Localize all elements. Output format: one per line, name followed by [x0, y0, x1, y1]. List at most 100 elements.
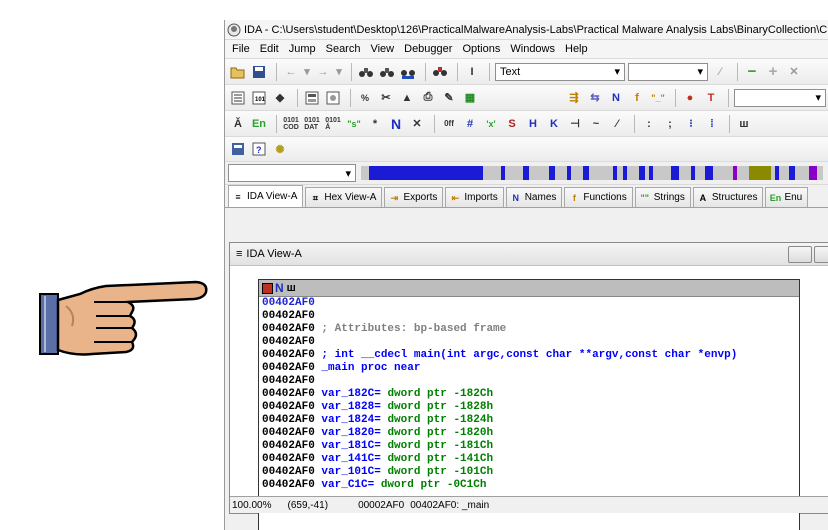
local-variable-name[interactable]: var_1828=: [321, 401, 380, 413]
collapse-icon[interactable]: −: [743, 63, 761, 81]
code-icon[interactable]: 0101 COD: [282, 115, 300, 133]
binoculars-binary-icon[interactable]: [431, 63, 449, 81]
offset-icon[interactable]: 0ff: [440, 115, 458, 133]
grid-icon[interactable]: ▦: [461, 89, 479, 107]
binoculars-icon[interactable]: [357, 63, 375, 81]
breakpoint-icon[interactable]: ●: [681, 89, 699, 107]
gear-icon[interactable]: ✺: [271, 140, 289, 158]
graph-node[interactable]: N ш 00402AF0 00402AF0 00402AF0 ; Attribute…: [258, 279, 800, 530]
code-line[interactable]: 00402AF0 ; int __cdecl main(int argc,con…: [262, 349, 799, 362]
names-icon[interactable]: N: [607, 89, 625, 107]
code-line[interactable]: 00402AF0 ; Attributes: bp-based frame: [262, 323, 799, 336]
code-line[interactable]: 00402AF0: [262, 375, 799, 388]
local-variable-name[interactable]: var_182C=: [321, 388, 380, 400]
binoculars-next-icon[interactable]: [378, 63, 396, 81]
code-line[interactable]: 00402AF0: [262, 336, 799, 349]
menu-search[interactable]: Search: [322, 43, 367, 55]
undefine-icon[interactable]: ✕: [408, 115, 426, 133]
code-line[interactable]: 00402AF0 var_1828= dword ptr -1828h: [262, 401, 799, 414]
local-variable-name[interactable]: var_1824=: [321, 414, 380, 426]
struct-icon[interactable]: Ă: [229, 115, 247, 133]
tab-functions[interactable]: f Functions: [564, 187, 633, 207]
string-literal-icon[interactable]: "s": [345, 115, 363, 133]
code-line[interactable]: 00402AF0 var_181C= dword ptr -181Ch: [262, 440, 799, 453]
unicode-icon[interactable]: ш: [735, 115, 753, 133]
code-line[interactable]: 00402AF0 var_141C= dword ptr -141Ch: [262, 453, 799, 466]
array-icon[interactable]: *: [366, 115, 384, 133]
stack-icon[interactable]: ▲: [398, 89, 416, 107]
percent-icon[interactable]: %: [356, 89, 374, 107]
binoculars-text-icon[interactable]: [399, 63, 417, 81]
close-icon[interactable]: ✕: [785, 63, 803, 81]
code-line[interactable]: 00402AF0 var_101C= dword ptr -101Ch: [262, 466, 799, 479]
segment-combobox[interactable]: ▾: [228, 164, 356, 182]
menu-edit[interactable]: Edit: [256, 43, 285, 55]
menu-file[interactable]: File: [228, 43, 256, 55]
hex-icon[interactable]: H: [524, 115, 542, 133]
negate-icon[interactable]: ⊣: [566, 115, 584, 133]
brush-icon[interactable]: ⁄: [608, 115, 626, 133]
menu-options[interactable]: Options: [458, 43, 506, 55]
tab-names[interactable]: N Names: [505, 187, 563, 207]
xref-to-icon[interactable]: ⇆: [586, 89, 604, 107]
name-icon[interactable]: N: [387, 115, 405, 133]
local-variable-name[interactable]: var_101C=: [321, 466, 380, 478]
xref-icon[interactable]: ⇶: [565, 89, 583, 107]
save-icon[interactable]: [250, 63, 268, 81]
mode-combobox[interactable]: Text ▾: [495, 62, 625, 81]
calculator-icon[interactable]: [229, 140, 247, 158]
hex-view-icon[interactable]: 101: [250, 89, 268, 107]
tab-exports[interactable]: ⇥ Exports: [384, 187, 444, 207]
local-variable-name[interactable]: var_C1C=: [321, 479, 374, 491]
code-line[interactable]: 00402AF0 var_182C= dword ptr -182Ch: [262, 388, 799, 401]
segment-icon[interactable]: S: [503, 115, 521, 133]
dropdown-arrow-icon[interactable]: ▾: [303, 63, 311, 81]
code-line[interactable]: 00402AF0: [262, 310, 799, 323]
strings-icon[interactable]: "_": [649, 89, 667, 107]
text-view-icon[interactable]: [229, 89, 247, 107]
trace-icon[interactable]: T: [702, 89, 720, 107]
help-icon[interactable]: ?: [250, 140, 268, 158]
keyword-icon[interactable]: K: [545, 115, 563, 133]
menu-jump[interactable]: Jump: [285, 43, 322, 55]
proximity-icon[interactable]: [324, 89, 342, 107]
scissors-icon[interactable]: ✂: [377, 89, 395, 107]
tab-ida-view-a[interactable]: ≡ IDA View-A: [228, 185, 304, 207]
local-variable-name[interactable]: var_1820=: [321, 427, 380, 439]
tab-hex-view-a[interactable]: ⌗ Hex View-A: [305, 187, 383, 207]
local-variable-name[interactable]: var_181C=: [321, 440, 380, 452]
code-line[interactable]: 00402AF0: [262, 297, 799, 310]
menu-help[interactable]: Help: [561, 43, 594, 55]
tab-strings[interactable]: "" Strings: [634, 187, 691, 207]
menu-view[interactable]: View: [366, 43, 400, 55]
repeat-comment-icon[interactable]: ⁞: [703, 115, 721, 133]
comment-icon[interactable]: ⁝: [682, 115, 700, 133]
debugger-combobox[interactable]: ▾: [734, 88, 826, 107]
disassembly-listing[interactable]: 00402AF0 00402AF0 00402AF0 ; Attributes: b…: [259, 297, 799, 492]
search-combobox[interactable]: ▾: [628, 62, 708, 81]
hash-icon[interactable]: #: [461, 115, 479, 133]
open-file-icon[interactable]: [229, 63, 247, 81]
semicolon-icon[interactable]: ;: [661, 115, 679, 133]
minimize-button[interactable]: [788, 246, 812, 263]
code-line[interactable]: 00402AF0 var_1820= dword ptr -1820h: [262, 427, 799, 440]
tab-enums[interactable]: En Enu: [765, 187, 809, 207]
pen-icon[interactable]: ⁄: [711, 63, 729, 81]
back-arrow-icon[interactable]: ←: [282, 63, 300, 81]
code-line[interactable]: 00402AF0 var_1824= dword ptr -1824h: [262, 414, 799, 427]
menu-windows[interactable]: Windows: [506, 43, 561, 55]
dropdown-arrow-icon[interactable]: ▾: [335, 63, 343, 81]
maximize-button[interactable]: [814, 246, 828, 263]
code-line[interactable]: 00402AF0 _main proc near: [262, 362, 799, 375]
print-icon[interactable]: ⎙: [419, 89, 437, 107]
diamond-icon[interactable]: ◆: [271, 89, 289, 107]
colon-icon[interactable]: :: [640, 115, 658, 133]
tab-imports[interactable]: ⇤ Imports: [445, 187, 504, 207]
menu-debugger[interactable]: Debugger: [400, 43, 458, 55]
expand-icon[interactable]: +: [764, 63, 782, 81]
char-icon[interactable]: 'x': [482, 115, 500, 133]
pen-tool-icon[interactable]: ✎: [440, 89, 458, 107]
bitwise-not-icon[interactable]: ~: [587, 115, 605, 133]
forward-arrow-icon[interactable]: →: [314, 63, 332, 81]
cursor-icon[interactable]: I: [463, 63, 481, 81]
